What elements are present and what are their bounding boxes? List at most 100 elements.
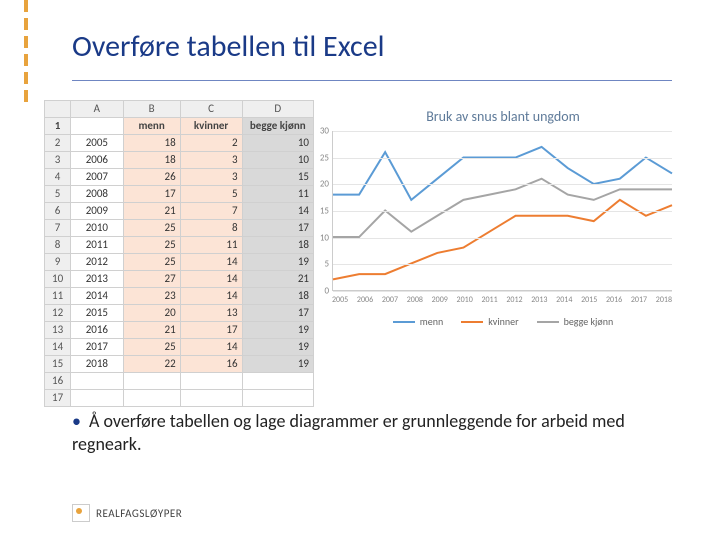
row-number: 15 bbox=[45, 356, 71, 373]
chart-gridline bbox=[333, 264, 672, 265]
chart-y-tick: 10 bbox=[311, 232, 329, 243]
row-number: 7 bbox=[45, 220, 71, 237]
legend-item: begge kjønn bbox=[537, 315, 614, 328]
chart-gridline bbox=[333, 184, 672, 185]
chart-x-axis-labels: 2005200620072008200920102011201220132014… bbox=[332, 295, 672, 305]
cell-kvinner: 3 bbox=[180, 152, 242, 169]
cell-year: 2017 bbox=[71, 339, 123, 356]
table-row: 2200518210 bbox=[45, 135, 314, 152]
cell-kvinner: 14 bbox=[180, 254, 242, 271]
row-number: 8 bbox=[45, 237, 71, 254]
legend-swatch-icon bbox=[537, 321, 559, 323]
chart-legend: mennkvinnerbegge kjønn bbox=[332, 315, 674, 328]
cell-year: 2014 bbox=[71, 288, 123, 305]
spreadsheet: A B C D 1mennkvinnerbegge kjønn220051821… bbox=[44, 100, 314, 407]
cell-year: 2009 bbox=[71, 203, 123, 220]
cell-kvinner: 2 bbox=[180, 135, 242, 152]
chart-y-tick: 5 bbox=[311, 259, 329, 270]
row-number: 6 bbox=[45, 203, 71, 220]
table-row: 1mennkvinnerbegge kjønn bbox=[45, 118, 314, 135]
chart-gridline bbox=[333, 238, 672, 239]
cell-begge: 21 bbox=[242, 271, 313, 288]
chart-x-tick: 2010 bbox=[457, 295, 473, 305]
cell-menn: 21 bbox=[123, 322, 180, 339]
chart-x-tick: 2011 bbox=[481, 295, 497, 305]
column-letters-row: A B C D bbox=[45, 101, 314, 118]
legend-item: menn bbox=[393, 315, 443, 328]
table-row: 17 bbox=[45, 390, 314, 407]
header-cell bbox=[71, 118, 123, 135]
col-letter: B bbox=[123, 101, 180, 118]
cell-year: 2005 bbox=[71, 135, 123, 152]
chart-y-tick: 30 bbox=[311, 126, 329, 137]
cell-begge: 19 bbox=[242, 254, 313, 271]
cell-year: 2008 bbox=[71, 186, 123, 203]
excel-screenshot: A B C D 1mennkvinnerbegge kjønn220051821… bbox=[44, 100, 684, 360]
cell-kvinner: 17 bbox=[180, 322, 242, 339]
table-row: 102013271421 bbox=[45, 271, 314, 288]
table-row: 142017251419 bbox=[45, 339, 314, 356]
cell-begge: 19 bbox=[242, 322, 313, 339]
legend-swatch-icon bbox=[461, 321, 483, 323]
row-number: 3 bbox=[45, 152, 71, 169]
cell-menn: 23 bbox=[123, 288, 180, 305]
chart-gridline bbox=[333, 291, 672, 292]
table-row: 122015201317 bbox=[45, 305, 314, 322]
table-row: 4200726315 bbox=[45, 169, 314, 186]
cell-begge: 19 bbox=[242, 339, 313, 356]
cell-begge: 10 bbox=[242, 152, 313, 169]
page-title: Overføre tabellen til Excel bbox=[72, 28, 385, 65]
chart-gridline bbox=[333, 158, 672, 159]
chart-series-line bbox=[333, 179, 672, 237]
cell-kvinner: 3 bbox=[180, 169, 242, 186]
accent-dashes bbox=[24, 0, 28, 110]
cell-menn: 21 bbox=[123, 203, 180, 220]
chart-y-tick: 0 bbox=[311, 286, 329, 297]
cell-menn: 20 bbox=[123, 305, 180, 322]
table-row: 16 bbox=[45, 373, 314, 390]
cell-begge: 11 bbox=[242, 186, 313, 203]
cell-begge: 10 bbox=[242, 135, 313, 152]
cell-begge: 14 bbox=[242, 203, 313, 220]
table-row: 112014231418 bbox=[45, 288, 314, 305]
cell-year: 2015 bbox=[71, 305, 123, 322]
cell-begge: 17 bbox=[242, 220, 313, 237]
bullet-dot-icon: • bbox=[72, 410, 81, 432]
table-row: 82011251118 bbox=[45, 237, 314, 254]
chart-x-tick: 2017 bbox=[631, 295, 647, 305]
cell-kvinner: 13 bbox=[180, 305, 242, 322]
cell-kvinner: 16 bbox=[180, 356, 242, 373]
chart-x-tick: 2014 bbox=[556, 295, 572, 305]
cell-menn: 25 bbox=[123, 254, 180, 271]
table-row: 92012251419 bbox=[45, 254, 314, 271]
cell-menn: 17 bbox=[123, 186, 180, 203]
legend-label: menn bbox=[420, 315, 443, 328]
footer-logo: REALFAGSLØYPER bbox=[72, 504, 182, 522]
logo-text: REALFAGSLØYPER bbox=[96, 507, 182, 520]
cell-menn: 26 bbox=[123, 169, 180, 186]
row-number: 4 bbox=[45, 169, 71, 186]
row-number: 1 bbox=[45, 118, 71, 135]
row-number: 14 bbox=[45, 339, 71, 356]
cell-kvinner: 14 bbox=[180, 271, 242, 288]
chart-x-tick: 2015 bbox=[581, 295, 597, 305]
chart-gridline bbox=[333, 211, 672, 212]
row-number: 5 bbox=[45, 186, 71, 203]
table-row: 132016211719 bbox=[45, 322, 314, 339]
table-row: 5200817511 bbox=[45, 186, 314, 203]
cell-year: 2018 bbox=[71, 356, 123, 373]
chart-y-tick: 15 bbox=[311, 206, 329, 217]
chart-plot-area: 051015202530 bbox=[332, 131, 672, 291]
cell-begge: 15 bbox=[242, 169, 313, 186]
cell-year: 2013 bbox=[71, 271, 123, 288]
chart-x-tick: 2012 bbox=[506, 295, 522, 305]
chart-container: Bruk av snus blant ungdom 051015202530 2… bbox=[314, 100, 684, 360]
header-cell: begge kjønn bbox=[242, 118, 313, 135]
cell-menn: 25 bbox=[123, 220, 180, 237]
cell-begge: 18 bbox=[242, 288, 313, 305]
cell-kvinner: 5 bbox=[180, 186, 242, 203]
col-letter: C bbox=[180, 101, 242, 118]
cell-begge: 17 bbox=[242, 305, 313, 322]
cell-menn: 25 bbox=[123, 237, 180, 254]
row-number: 13 bbox=[45, 322, 71, 339]
